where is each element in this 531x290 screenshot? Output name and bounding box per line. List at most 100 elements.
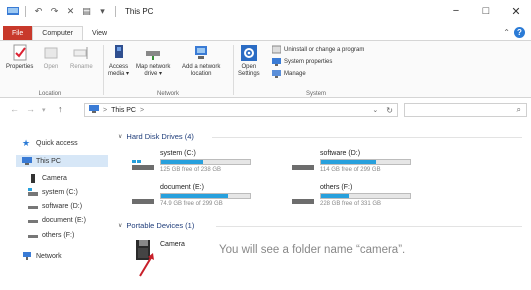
network-drive-icon xyxy=(144,44,162,62)
undo-icon[interactable]: ↶ xyxy=(32,6,45,17)
properties-icon xyxy=(11,44,29,62)
group-label-system: System xyxy=(305,91,326,97)
camera-device-icon xyxy=(28,174,38,183)
properties-button[interactable]: Properties xyxy=(6,44,33,71)
content-pane: ∨ Hard Disk Drives (4) system (C:) 125 G… xyxy=(112,128,531,290)
delete-icon[interactable]: ✕ xyxy=(64,6,77,17)
group-label-location: Location xyxy=(38,91,62,97)
breadcrumb-this-pc[interactable]: This PC xyxy=(111,107,136,114)
drive-name: software (D:) xyxy=(320,150,361,157)
nav-item-software-d[interactable]: software (D:) xyxy=(28,200,82,212)
open-button[interactable]: Open xyxy=(42,44,60,71)
open-settings-button[interactable]: Open Settings xyxy=(238,44,260,78)
ribbon-tabs: File Computer View xyxy=(0,26,531,40)
media-icon xyxy=(110,44,128,62)
drive-icon xyxy=(292,160,314,170)
address-row: ← → ▾ ↑ > This PC > ⌄ ↻ ⌕ xyxy=(0,102,531,118)
annotation-arrow-icon xyxy=(139,253,154,277)
nav-item-network[interactable]: Network xyxy=(22,250,62,262)
this-pc-icon xyxy=(89,105,99,115)
drive-icon xyxy=(28,216,38,224)
recent-locations-icon[interactable]: ▾ xyxy=(42,106,46,114)
nav-item-this-pc[interactable]: This PC xyxy=(16,155,108,167)
chevron-down-icon: ∨ xyxy=(118,223,123,229)
maximize-button[interactable]: □ xyxy=(471,0,501,22)
breadcrumb-separator-2: > xyxy=(140,106,145,114)
customize-qat-icon[interactable]: ▾ xyxy=(96,6,109,17)
help-icon[interactable]: ? xyxy=(514,27,525,38)
ribbon: Properties Open Rename Location Access m… xyxy=(0,40,531,98)
drive-usage-bar xyxy=(160,159,251,165)
ribbon-group-network: Access media ▾ Map network drive ▾ Add a… xyxy=(106,41,230,99)
drive-icon xyxy=(132,194,154,204)
drive-free-space: 125 GB free of 238 GB xyxy=(160,167,222,173)
address-bar[interactable]: > This PC > ⌄ ↻ xyxy=(84,103,398,117)
drive-free-space: 114 GB free of 299 GB xyxy=(320,167,381,173)
drive-usage-bar xyxy=(160,193,251,199)
nav-item-system-c[interactable]: system (C:) xyxy=(28,186,78,198)
back-arrow-icon[interactable]: ← xyxy=(10,104,19,114)
tab-computer[interactable]: Computer xyxy=(32,26,84,40)
star-icon: ★ xyxy=(22,138,31,148)
properties-qat-icon[interactable]: ▤ xyxy=(80,6,93,17)
device-name: Camera xyxy=(160,241,185,248)
rename-button[interactable]: Rename xyxy=(70,44,93,71)
group-header-hard-disk-drives[interactable]: ∨ Hard Disk Drives (4) xyxy=(118,132,194,141)
refresh-icon[interactable]: ↻ xyxy=(386,106,393,115)
nav-item-quick-access[interactable]: ★ Quick access xyxy=(22,137,78,149)
drive-tile[interactable]: document (E:) 74.9 GB free of 299 GB xyxy=(132,184,282,212)
tab-file[interactable]: File xyxy=(3,26,33,40)
uninstall-program-button[interactable]: Uninstall or change a program xyxy=(271,45,364,54)
search-icon: ⌕ xyxy=(516,105,521,114)
instruction-caption: You will see a folder name “camera”. xyxy=(219,244,406,256)
window-title: This PC xyxy=(125,6,154,16)
navigation-pane: ★ Quick access This PC Camera system (C:… xyxy=(0,130,108,280)
system-properties-button[interactable]: System properties xyxy=(272,57,332,66)
manage-button[interactable]: Manage xyxy=(272,69,306,78)
group-header-portable-devices[interactable]: ∨ Portable Devices (1) xyxy=(118,221,194,230)
drive-icon xyxy=(292,194,314,204)
drive-name: system (C:) xyxy=(160,150,196,157)
manage-icon xyxy=(272,69,281,78)
nav-item-others-f[interactable]: others (F:) xyxy=(28,229,74,241)
map-network-drive-button[interactable]: Map network drive ▾ xyxy=(136,44,170,78)
drive-free-space: 228 GB free of 331 GB xyxy=(320,201,382,207)
ribbon-group-location: Properties Open Rename Location xyxy=(0,41,100,99)
search-input[interactable]: ⌕ xyxy=(404,103,527,117)
drive-name: others (F:) xyxy=(320,184,353,191)
ribbon-group-system: Open Settings Uninstall or change a prog… xyxy=(236,41,396,99)
network-location-icon xyxy=(192,44,210,62)
forward-arrow-icon[interactable]: → xyxy=(26,104,35,114)
up-arrow-icon[interactable]: ↑ xyxy=(58,104,63,114)
breadcrumb-separator: > xyxy=(103,106,108,114)
nav-item-camera[interactable]: Camera xyxy=(28,172,67,184)
chevron-down-icon: ∨ xyxy=(118,134,123,140)
add-network-location-button[interactable]: Add a network location xyxy=(182,44,220,78)
open-icon xyxy=(42,44,60,62)
windows-drive-icon xyxy=(28,188,38,196)
settings-gear-icon xyxy=(240,44,258,62)
minimize-button[interactable]: − xyxy=(441,0,471,22)
drive-usage-bar xyxy=(320,193,411,199)
title-bar: ↶ ↷ ✕ ▤ ▾ This PC − □ ✕ xyxy=(0,0,531,22)
drive-tile[interactable]: others (F:) 228 GB free of 331 GB xyxy=(292,184,442,212)
drive-usage-bar xyxy=(320,159,411,165)
tab-view[interactable]: View xyxy=(83,26,116,40)
drive-free-space: 74.9 GB free of 299 GB xyxy=(160,201,223,207)
group-label-network: Network xyxy=(156,91,179,97)
drive-icon xyxy=(28,231,38,239)
drive-tile[interactable]: software (D:) 114 GB free of 299 GB xyxy=(292,150,442,178)
programs-icon xyxy=(271,45,282,54)
address-dropdown-icon[interactable]: ⌄ xyxy=(372,106,378,114)
windows-drive-icon xyxy=(132,160,154,170)
nav-item-document-e[interactable]: document (E:) xyxy=(28,214,86,226)
close-button[interactable]: ✕ xyxy=(501,0,531,22)
redo-icon[interactable]: ↷ xyxy=(48,6,61,17)
explorer-app-icon xyxy=(6,6,19,17)
access-media-button[interactable]: Access media ▾ xyxy=(108,44,129,78)
collapse-ribbon-icon[interactable]: ⌃ xyxy=(503,28,510,37)
quick-access-toolbar: ↶ ↷ ✕ ▤ ▾ xyxy=(6,5,119,17)
computer-check-icon xyxy=(272,57,281,66)
drive-icon xyxy=(28,202,38,210)
drive-tile[interactable]: system (C:) 125 GB free of 238 GB xyxy=(132,150,282,178)
